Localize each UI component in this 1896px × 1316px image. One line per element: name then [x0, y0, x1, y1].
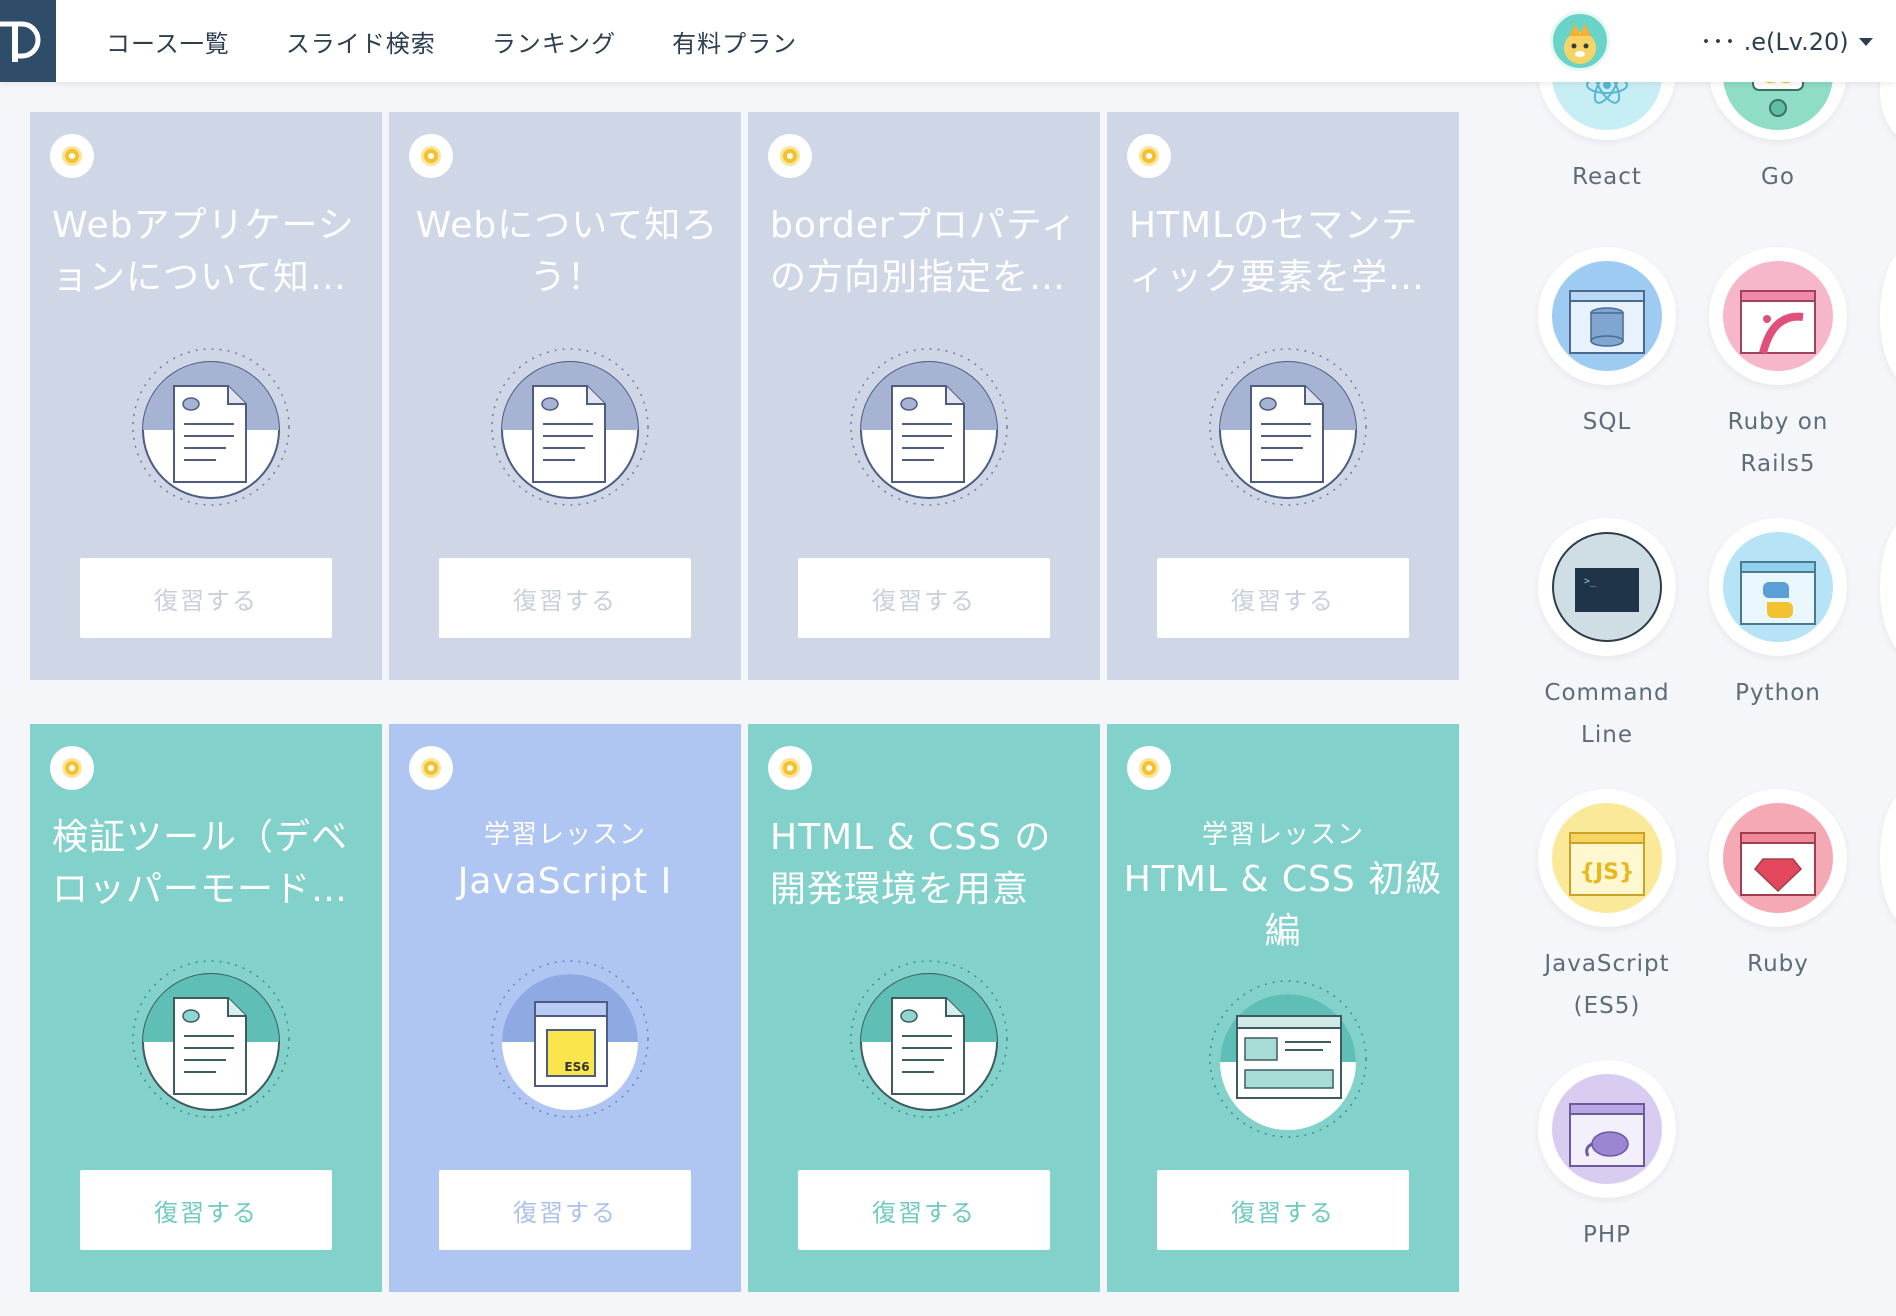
medal-icon — [768, 746, 812, 790]
skill-php[interactable]: PHP — [1522, 1060, 1692, 1256]
card-title: Webについて知ろう！ — [415, 205, 719, 298]
course-card: 学習レッスン JavaScript I ES6 復習する — [389, 724, 741, 1292]
nav-paid-plan[interactable]: 有料プラン — [672, 24, 797, 59]
course-card: HTML & CSS の開発環境を用意し… 復習する — [748, 724, 1100, 1292]
medal-icon — [409, 134, 453, 178]
card-title: HTMLのセマンティック要素を学… — [1129, 205, 1426, 298]
user-name: ･･･ .e(Lv.20) — [1700, 28, 1849, 56]
card-title: JavaScript I — [457, 861, 673, 902]
avatar[interactable] — [1550, 11, 1610, 71]
skill-sql[interactable]: SQL — [1522, 247, 1692, 443]
user-menu[interactable]: ･･･ .e(Lv.20) — [1700, 22, 1873, 57]
medal-icon — [1127, 746, 1171, 790]
skill-partial[interactable] — [1880, 518, 1896, 656]
es6-illustration-icon: ES6 — [491, 960, 649, 1118]
card-title: Webアプリケーションについて知… — [52, 205, 355, 298]
review-button[interactable]: 復習する — [439, 1170, 691, 1250]
main-nav: コース一覧 スライド検索 ランキング 有料プラン — [106, 0, 797, 82]
card-title: HTML & CSS 初級編 — [1123, 859, 1443, 952]
review-button[interactable]: 復習する — [80, 1170, 332, 1250]
avatar-icon — [1564, 24, 1596, 64]
skill-ruby[interactable]: Ruby — [1693, 789, 1863, 985]
medal-icon — [50, 746, 94, 790]
nav-slide-search[interactable]: スライド検索 — [286, 24, 436, 59]
medal-icon — [1127, 134, 1171, 178]
review-button[interactable]: 復習する — [798, 558, 1050, 638]
svg-text:>_: >_ — [1584, 576, 1597, 587]
skill-python[interactable]: Python — [1693, 518, 1863, 714]
course-card: Webアプリケーションについて知… 復習する — [30, 112, 382, 680]
python-icon — [1723, 532, 1833, 642]
review-button[interactable]: 復習する — [80, 558, 332, 638]
skill-javascript[interactable]: {JS} JavaScript (ES5) — [1522, 789, 1692, 1027]
review-button[interactable]: 復習する — [1157, 558, 1409, 638]
top-header: コース一覧 スライド検索 ランキング 有料プラン ･･･ .e(Lv.20) — [0, 0, 1896, 82]
svg-text:ES6: ES6 — [564, 1060, 589, 1074]
card-subtitle: 学習レッスン — [1201, 820, 1364, 850]
medal-icon — [409, 746, 453, 790]
svg-text:{JS}: {JS} — [1579, 860, 1634, 885]
document-illustration-icon — [132, 960, 290, 1118]
logo[interactable] — [0, 0, 56, 82]
logo-icon — [0, 21, 41, 62]
review-button[interactable]: 復習する — [1157, 1170, 1409, 1250]
php-icon — [1552, 1074, 1662, 1184]
course-card: borderプロパティの方向別指定を… 復習する — [748, 112, 1100, 680]
nav-courses[interactable]: コース一覧 — [106, 24, 230, 59]
course-card: Webについて知ろう！ 復習する — [389, 112, 741, 680]
document-illustration-icon — [1209, 348, 1367, 506]
rails-icon — [1723, 261, 1833, 371]
card-title: HTML & CSS の開発環境を用意し… — [770, 817, 1052, 910]
card-title: 検証ツール（デベロッパーモード… — [52, 817, 349, 910]
card-subtitle: 学習レッスン — [483, 820, 646, 850]
terminal-icon: >_ — [1552, 532, 1662, 642]
course-card: 検証ツール（デベロッパーモード… 復習する — [30, 724, 382, 1292]
js-icon: {JS} — [1552, 803, 1662, 913]
document-illustration-icon — [491, 348, 649, 506]
card-title: borderプロパティの方向別指定を… — [770, 205, 1078, 298]
document-illustration-icon — [850, 348, 1008, 506]
nav-ranking[interactable]: ランキング — [492, 24, 616, 59]
skill-rails[interactable]: Ruby on Rails5 — [1693, 247, 1863, 485]
chevron-down-icon — [1858, 37, 1873, 46]
course-card: HTMLのセマンティック要素を学… 復習する — [1107, 112, 1459, 680]
course-card: 学習レッスン HTML & CSS 初級編 復習する — [1107, 724, 1459, 1292]
review-button[interactable]: 復習する — [439, 558, 691, 638]
document-illustration-icon — [132, 348, 290, 506]
medal-icon — [768, 134, 812, 178]
webpage-illustration-icon — [1209, 980, 1367, 1138]
skill-partial[interactable] — [1880, 247, 1896, 385]
skill-command-line[interactable]: >_ Command Line — [1522, 518, 1692, 756]
skill-partial[interactable] — [1880, 789, 1896, 927]
ruby-icon — [1723, 803, 1833, 913]
medal-icon — [50, 134, 94, 178]
review-button[interactable]: 復習する — [798, 1170, 1050, 1250]
database-icon — [1552, 261, 1662, 371]
document-illustration-icon — [850, 960, 1008, 1118]
